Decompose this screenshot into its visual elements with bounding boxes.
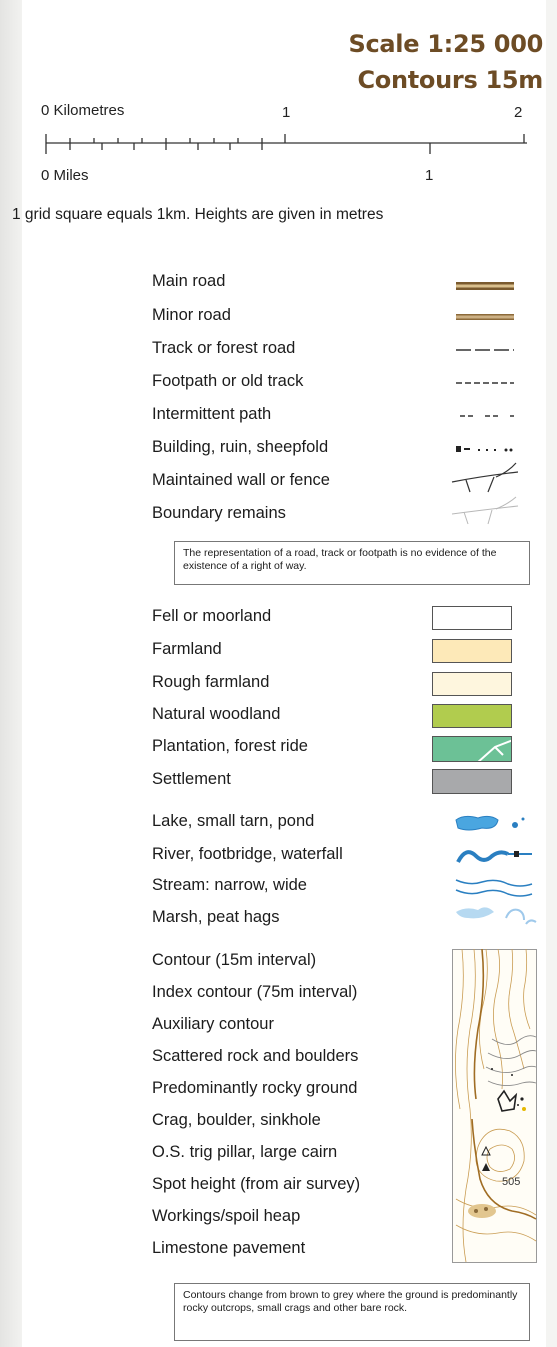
legend-label-main-road: Main road xyxy=(152,272,226,290)
legend-label-lake: Lake, small tarn, pond xyxy=(152,812,315,830)
km-end-label: 2 xyxy=(514,104,523,121)
fell-swatch xyxy=(432,606,512,630)
miles-label: 0 Miles xyxy=(41,167,89,184)
scale-bar xyxy=(45,134,527,154)
rough-farmland-swatch xyxy=(432,672,512,696)
km-mid-label: 1 xyxy=(282,104,291,121)
farmland-swatch xyxy=(432,639,512,663)
legend-label-footpath: Footpath or old track xyxy=(152,372,304,390)
contour-interval-title: Contours 15m xyxy=(357,66,543,94)
legend-label-marsh: Marsh, peat hags xyxy=(152,908,280,926)
legend-label-settlement: Settlement xyxy=(152,770,231,788)
background-margin xyxy=(0,0,22,1347)
legend-label-contour: Contour (15m interval) xyxy=(152,951,317,969)
spoil-heap-icon xyxy=(468,1204,496,1218)
legend-label-plantation: Plantation, forest ride xyxy=(152,737,308,755)
legend-label-wall: Maintained wall or fence xyxy=(152,471,330,489)
legend-label-track: Track or forest road xyxy=(152,339,296,357)
legend-label-intermittent-path: Intermittent path xyxy=(152,405,272,423)
settlement-swatch xyxy=(432,769,512,794)
legend-label-fell: Fell or moorland xyxy=(152,607,272,625)
boundary-icon xyxy=(451,496,519,525)
right-of-way-notice: The representation of a road, track or f… xyxy=(174,541,530,585)
legend-label-minor-road: Minor road xyxy=(152,306,231,324)
legend-label-crag: Crag, boulder, sinkhole xyxy=(152,1111,321,1129)
stream-icon xyxy=(455,879,533,897)
forest-ride-icon xyxy=(477,739,511,761)
km-label: 0 Kilometres xyxy=(41,102,125,119)
legend-label-scattered-rock: Scattered rock and boulders xyxy=(152,1047,359,1065)
grid-note: 1 grid square equals 1km. Heights are gi… xyxy=(12,206,384,223)
building-icon xyxy=(456,446,513,452)
legend-label-natural-woodland: Natural woodland xyxy=(152,705,281,723)
miles-mid-label: 1 xyxy=(425,167,434,184)
legend-label-auxiliary-contour: Auxiliary contour xyxy=(152,1015,274,1033)
legend-label-river: River, footbridge, waterfall xyxy=(152,845,343,863)
water-symbols xyxy=(455,815,537,925)
legend-label-workings: Workings/spoil heap xyxy=(152,1207,301,1225)
legend-label-index-contour: Index contour (75m interval) xyxy=(152,983,358,1001)
contour-colour-notice: Contours change from brown to grey where… xyxy=(174,1283,530,1341)
scale-title: Scale 1:25 000 xyxy=(348,30,543,58)
legend-label-boundary: Boundary remains xyxy=(152,504,286,522)
spot-height-value: 505 xyxy=(502,1176,520,1188)
legend-label-stream: Stream: narrow, wide xyxy=(152,876,307,894)
lake-icon xyxy=(455,815,525,831)
route-symbols xyxy=(451,282,519,525)
legend-label-building: Building, ruin, sheepfold xyxy=(152,438,329,456)
contour-sample-map: 505 xyxy=(452,949,537,1263)
marsh-icon xyxy=(456,907,537,925)
legend-label-rough-farmland: Rough farmland xyxy=(152,673,270,691)
woodland-swatch xyxy=(432,704,512,728)
legend-label-trig-pillar: O.S. trig pillar, large cairn xyxy=(152,1143,338,1161)
river-icon xyxy=(456,850,532,863)
wall-icon xyxy=(451,462,519,493)
main-road-icon xyxy=(456,282,514,290)
legend-label-rocky-ground: Predominantly rocky ground xyxy=(152,1079,358,1097)
legend-label-farmland: Farmland xyxy=(152,640,222,658)
minor-road-icon xyxy=(456,314,514,320)
plantation-swatch xyxy=(432,736,512,762)
legend-label-limestone: Limestone pavement xyxy=(152,1239,306,1257)
legend-label-spot-height: Spot height (from air survey) xyxy=(152,1175,361,1193)
